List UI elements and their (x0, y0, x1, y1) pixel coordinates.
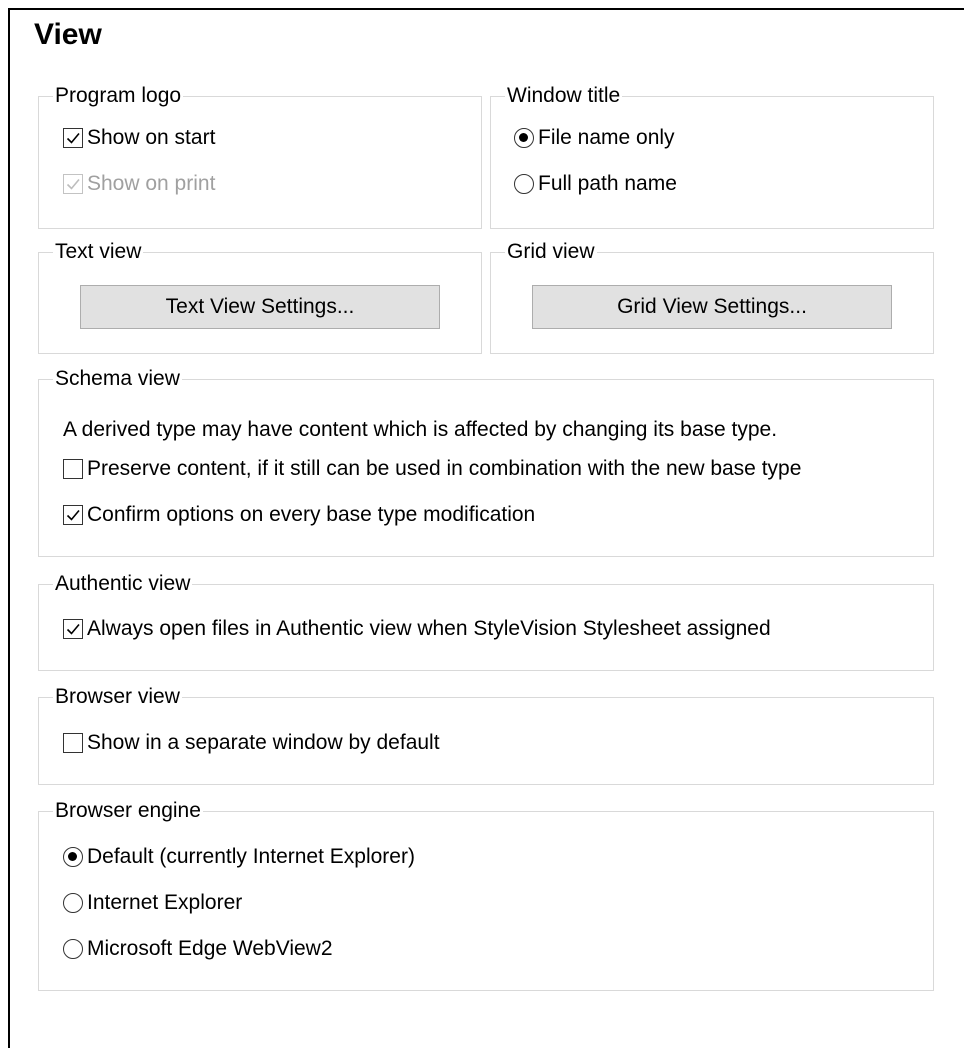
separate-window-checkbox[interactable]: Show in a separate window by default (63, 731, 440, 755)
engine-edge-webview2-radio[interactable]: Microsoft Edge WebView2 (63, 937, 333, 961)
checkbox-checked-disabled-icon (63, 174, 83, 194)
always-open-authentic-checkbox[interactable]: Always open files in Authentic view when… (63, 617, 771, 641)
separate-window-label: Show in a separate window by default (87, 731, 440, 754)
show-on-start-checkbox[interactable]: Show on start (63, 126, 215, 150)
schema-view-description: A derived type may have content which is… (63, 418, 778, 441)
confirm-options-label: Confirm options on every base type modif… (87, 503, 536, 526)
engine-default-label: Default (currently Internet Explorer) (87, 845, 415, 868)
confirm-options-checkbox[interactable]: Confirm options on every base type modif… (63, 503, 535, 527)
always-open-authentic-label: Always open files in Authentic view when… (87, 617, 771, 640)
browser-view-legend: Browser view (55, 685, 180, 708)
full-path-name-radio[interactable]: Full path name (514, 172, 677, 196)
preserve-content-checkbox[interactable]: Preserve content, if it still can be use… (63, 457, 801, 481)
program-logo-group: Program logo (38, 84, 482, 229)
preserve-content-label: Preserve content, if it still can be use… (87, 457, 802, 480)
engine-edge-webview2-label: Microsoft Edge WebView2 (87, 937, 333, 960)
radio-selected-icon (63, 847, 83, 867)
radio-unselected-icon (63, 939, 83, 959)
checkbox-checked-icon (63, 128, 83, 148)
engine-internet-explorer-radio[interactable]: Internet Explorer (63, 891, 242, 915)
window-title-legend: Window title (507, 84, 621, 107)
radio-unselected-icon (514, 174, 534, 194)
file-name-only-radio[interactable]: File name only (514, 126, 675, 150)
engine-internet-explorer-label: Internet Explorer (87, 891, 243, 914)
radio-selected-icon (514, 128, 534, 148)
program-logo-legend: Program logo (55, 84, 182, 107)
file-name-only-label: File name only (538, 126, 675, 149)
radio-unselected-icon (63, 893, 83, 913)
show-on-print-checkbox[interactable]: Show on print (63, 172, 215, 196)
show-on-start-label: Show on start (87, 126, 216, 149)
text-view-legend: Text view (55, 240, 142, 263)
checkbox-unchecked-icon (63, 733, 83, 753)
show-on-print-label: Show on print (87, 172, 216, 195)
full-path-name-label: Full path name (538, 172, 677, 195)
browser-engine-legend: Browser engine (55, 799, 201, 822)
text-view-settings-button[interactable]: Text View Settings... (80, 285, 440, 329)
checkbox-checked-icon (63, 505, 83, 525)
schema-view-legend: Schema view (55, 367, 180, 390)
grid-view-settings-button[interactable]: Grid View Settings... (532, 285, 892, 329)
window-title-group: Window title (490, 84, 934, 229)
page-title: View (34, 18, 102, 51)
grid-view-legend: Grid view (507, 240, 595, 263)
engine-default-radio[interactable]: Default (currently Internet Explorer) (63, 845, 415, 869)
checkbox-unchecked-icon (63, 459, 83, 479)
checkbox-checked-icon (63, 619, 83, 639)
authentic-view-legend: Authentic view (55, 572, 191, 595)
